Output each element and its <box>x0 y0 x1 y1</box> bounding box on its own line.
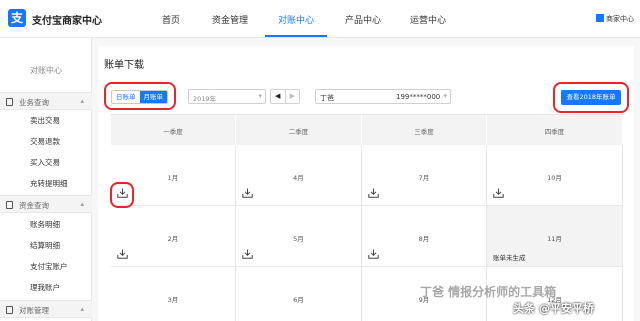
bill-not-generated-text: 账单未生成 <box>493 254 526 262</box>
document-icon <box>6 201 13 209</box>
month-label: 5月 <box>293 235 304 243</box>
month-label: 4月 <box>293 174 304 182</box>
sidebar-item-ledger[interactable]: 账务明细 <box>30 219 60 230</box>
nav-products[interactable]: 产品中心 <box>345 13 381 26</box>
quarter-label: 二季度 <box>288 128 309 136</box>
download-icon[interactable] <box>493 188 504 198</box>
sidebar-item-transfers[interactable]: 充转提明细 <box>30 178 68 189</box>
sidebar-group-funds[interactable]: 资金查询 ▴ <box>0 195 92 213</box>
quarter-label: 一季度 <box>163 128 183 136</box>
main-content: 账单下载 日账单 月账单 2019年 ▾ ◀ ▶ 丁爸 199*****000 … <box>92 38 640 321</box>
account-name: 丁爸 <box>320 94 334 102</box>
quarter-label: 四季度 <box>544 128 565 136</box>
chevron-up-icon: ▴ <box>80 305 84 313</box>
sidebar-item-alipay-account[interactable]: 支付宝账户 <box>30 261 68 272</box>
quarter-label: 三季度 <box>414 128 434 136</box>
prev-year-button[interactable]: ◀ <box>271 90 285 103</box>
bill-download-panel: 账单下载 日账单 月账单 2019年 ▾ ◀ ▶ 丁爸 199*****000 … <box>98 46 634 321</box>
nav-funds[interactable]: 资金管理 <box>212 13 248 26</box>
sidebar-item-settlement[interactable]: 结算明细 <box>30 240 60 251</box>
account-select[interactable]: 丁爸 199*****000 ▾ <box>315 89 451 104</box>
quarter-header: 四季度 <box>487 115 623 145</box>
sidebar-group-reconciliation[interactable]: 对账管理 ▴ <box>0 300 92 318</box>
brand-title[interactable]: 支付宝商家中心 <box>32 12 102 27</box>
merchant-center-label: 商家中心 <box>606 15 634 23</box>
month-cell: 6月 <box>236 267 362 321</box>
download-icon[interactable] <box>242 249 253 259</box>
sidebar-item-purchases[interactable]: 买入交易 <box>30 157 60 168</box>
nav-reconciliation[interactable]: 对账中心 <box>278 13 314 26</box>
alipay-logo-icon[interactable]: 支 <box>8 9 26 27</box>
highlight-annotation <box>104 82 176 110</box>
month-cell: 2月 <box>111 206 236 267</box>
year-select-value: 2019年 <box>193 95 217 103</box>
download-icon[interactable] <box>242 188 253 198</box>
month-label: 2月 <box>167 235 179 243</box>
chart-icon <box>6 306 13 314</box>
download-icon[interactable] <box>368 188 379 198</box>
month-cell: 4月 <box>236 145 362 206</box>
highlight-annotation <box>553 82 629 113</box>
nav-home[interactable]: 首页 <box>162 13 180 26</box>
download-icon[interactable] <box>117 249 128 259</box>
top-navbar: 支 支付宝商家中心 首页 资金管理 对账中心 产品中心 运营中心 商家中心 <box>0 0 640 38</box>
document-icon <box>6 98 13 106</box>
quarter-header: 一季度 <box>111 115 236 145</box>
sidebar-group-label: 对账管理 <box>19 306 49 315</box>
watermark-text: 丁爸 情报分析师的工具箱 <box>420 285 557 299</box>
month-cell: 5月 <box>236 206 362 267</box>
page-title: 账单下载 <box>104 60 144 71</box>
month-label: 8月 <box>418 235 430 243</box>
month-label: 6月 <box>293 296 304 304</box>
month-cell: 10月 <box>487 145 623 206</box>
sidebar-item-sales[interactable]: 卖出交易 <box>30 115 60 126</box>
month-cell: 11月账单未生成 <box>487 206 623 267</box>
nav-operations[interactable]: 运营中心 <box>410 13 446 26</box>
grid-icon <box>596 14 604 22</box>
highlight-annotation <box>110 182 134 208</box>
year-select[interactable]: 2019年 ▾ <box>188 89 266 104</box>
month-label: 7月 <box>418 174 430 182</box>
watermark-credit: 头条 @平安平桥 <box>513 302 594 315</box>
month-label: 3月 <box>167 296 179 304</box>
account-number: 199*****000 <box>396 93 441 101</box>
month-cell: 3月 <box>111 267 236 321</box>
sidebar-item-refunds[interactable]: 交易退款 <box>30 136 60 147</box>
month-label: 1月 <box>167 174 179 182</box>
sidebar-group-label: 业务查询 <box>19 98 49 107</box>
active-nav-indicator <box>265 35 327 37</box>
chevron-down-icon: ▾ <box>443 92 447 100</box>
chevron-up-icon: ▴ <box>80 200 84 208</box>
month-cell: 7月 <box>362 145 487 206</box>
month-label: 11月 <box>547 235 562 243</box>
month-label: 10月 <box>547 174 562 182</box>
download-icon[interactable] <box>368 249 379 259</box>
merchant-center-link[interactable]: 商家中心 <box>596 14 634 24</box>
quarter-header: 三季度 <box>362 115 487 145</box>
next-year-button[interactable]: ▶ <box>284 90 300 103</box>
chevron-down-icon: ▾ <box>258 92 262 100</box>
sidebar-group-label: 资金查询 <box>19 201 49 210</box>
sidebar: 对账中心 业务查询 ▴ 卖出交易 交易退款 买入交易 充转提明细 资金查询 ▴ … <box>0 38 92 321</box>
month-cell: 8月 <box>362 206 487 267</box>
sidebar-item-wealth-account[interactable]: 理我账户 <box>30 282 60 293</box>
sidebar-group-business[interactable]: 业务查询 ▴ <box>0 92 92 110</box>
sidebar-title[interactable]: 对账中心 <box>0 65 92 76</box>
chevron-up-icon: ▴ <box>80 97 84 105</box>
year-pager: ◀ ▶ <box>270 89 300 104</box>
quarter-header: 二季度 <box>236 115 362 145</box>
